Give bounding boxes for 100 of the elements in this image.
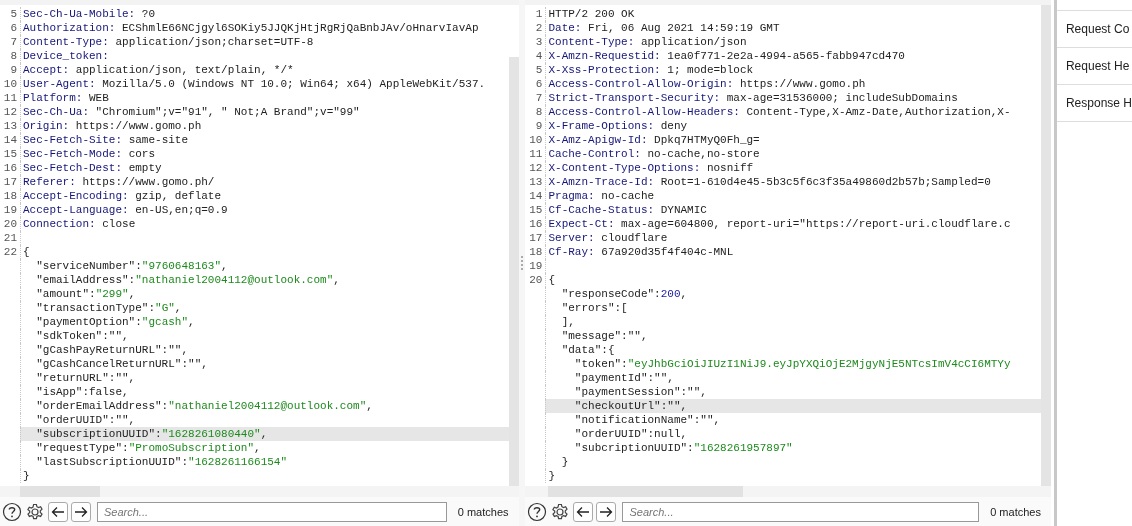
code-line: "transactionType":"G", [20, 301, 509, 315]
code-line: Content-Type: application/json;charset=UTF-8 [20, 35, 509, 49]
right-arrow-icon [599, 505, 614, 518]
line-number: 14 [528, 189, 544, 203]
code-line: } [545, 469, 1041, 483]
inspector-section[interactable]: Request He [1056, 48, 1132, 85]
code-line: "paymentOption":"gcash", [20, 315, 509, 329]
code-line: Expect-Ct: max-age=604800, report-uri="https://report-uri.cloudflare.c [545, 217, 1041, 231]
code-line: Authorization: ECShmlE66NCjgyl6SOKiy5JJQKjHtjRgRjQaBnbJAv/oHnarvIavAp [20, 21, 509, 35]
match-count: 0 matches [990, 505, 1042, 518]
back-button[interactable] [573, 501, 594, 522]
code-line: { [545, 273, 1041, 287]
code-line: Device_token: [20, 49, 509, 63]
forward-button[interactable] [596, 501, 617, 522]
match-count: 0 matches [457, 505, 510, 518]
scrollbar[interactable] [1040, 5, 1051, 486]
code-line: Sec-Fetch-Site: same-site [20, 133, 509, 147]
code-line: "errors":[ [545, 301, 1041, 315]
line-number: 16 [528, 217, 544, 231]
help-icon[interactable] [527, 501, 548, 522]
code-line: Cache-Control: no-cache,no-store [545, 147, 1041, 161]
line-number: 9 [9, 63, 18, 77]
line-number: 1 [534, 7, 544, 21]
line-number: 12 [2, 105, 18, 119]
code-line: Origin: https://www.gomo.ph [20, 119, 509, 133]
code-line: "serviceNumber":"9760648163", [20, 259, 509, 273]
code-line: "amount":"299", [20, 287, 509, 301]
line-number: 5 [534, 63, 544, 77]
code-line: "data":{ [545, 343, 1041, 357]
inspector-section[interactable]: Response H [1056, 85, 1132, 122]
code-line: "lastSubscriptionUUID":"1628261166154" [20, 455, 509, 469]
code-line: X-Amz-Apigw-Id: Dpkq7HTMyQ0Fh_g= [545, 133, 1041, 147]
code-line: "emailAddress":"nathaniel2004112@outlook.com", [20, 273, 509, 287]
code-line: Server: cloudflare [545, 231, 1041, 245]
line-number: 18 [528, 245, 544, 259]
code-line: } [20, 469, 509, 483]
search-field[interactable]: Search... [622, 501, 980, 522]
code-line: Sec-Ch-Ua: "Chromium";v="91", " Not;A Brand";v="99" [20, 105, 509, 119]
code-line: Strict-Transport-Security: max-age=31536000; includeSubDomains [545, 91, 1041, 105]
line-number: 15 [2, 147, 18, 161]
line-number: 11 [528, 147, 544, 161]
code-line: "subcriptionUUID":"1628261957897" [545, 441, 1041, 455]
code-line: "token":"eyJhbGciOiJIUzI1NiJ9.eyJpYXQiOjE2MjgyNjE5NTcsImV4cCI6MTYy [545, 357, 1041, 371]
line-number: 10 [528, 133, 544, 147]
code-line: } [545, 455, 1041, 469]
inspector-section[interactable]: Request Co [1056, 11, 1132, 48]
code-line: Sec-Fetch-Mode: cors [20, 147, 509, 161]
line-number: 8 [534, 105, 544, 119]
code-line: "requestType":"PromoSubscription", [20, 441, 509, 455]
line-number: 22 [2, 245, 18, 259]
scrollbar[interactable] [508, 57, 519, 486]
code-line: "gCashCancelReturnURL":"", [20, 357, 509, 371]
left-arrow-icon [576, 505, 591, 518]
code-line: "paymentId":"", [545, 371, 1041, 385]
line-number: 13 [528, 175, 544, 189]
back-button[interactable] [48, 501, 68, 522]
code-line: Sec-Fetch-Dest: empty [20, 161, 509, 175]
line-number: 12 [528, 161, 544, 175]
line-number: 11 [2, 91, 18, 105]
code-line: X-Amzn-Trace-Id: Root=1-610d4e45-5b3c5f6c3f35a49860d2b57b;Sampled=0 [545, 175, 1041, 189]
settings-icon[interactable] [25, 501, 45, 522]
code-line: X-Frame-Options: deny [545, 119, 1041, 133]
code-line: Accept-Language: en-US,en;q=0.9 [20, 203, 509, 217]
code-line: Pragma: no-cache [545, 189, 1041, 203]
line-number: 21 [2, 231, 18, 245]
code-line: Access-Control-Allow-Origin: https://www.gomo.ph [545, 77, 1041, 91]
code-line: Platform: WEB [20, 91, 509, 105]
forward-button[interactable] [71, 501, 91, 522]
line-number: 13 [2, 119, 18, 133]
left-arrow-icon [51, 505, 65, 518]
line-number: 20 [2, 217, 18, 231]
code-line: X-Xss-Protection: 1; mode=block [545, 63, 1041, 77]
line-number: 9 [534, 119, 544, 133]
code-line: Date: Fri, 06 Aug 2021 14:59:19 GMT [545, 21, 1041, 35]
search-field[interactable]: Search... [97, 501, 447, 522]
code-line: "isApp":false, [20, 385, 509, 399]
code-line: Accept: application/json, text/plain, */* [20, 63, 509, 77]
scrollbar[interactable] [20, 486, 100, 497]
code-line: Access-Control-Allow-Headers: Content-Type,X-Amz-Date,Authorization,X- [545, 105, 1041, 119]
code-line: HTTP/2 200 OK [545, 7, 1041, 21]
code-line: ], [545, 315, 1041, 329]
line-number: 6 [9, 21, 18, 35]
line-number: 16 [2, 161, 18, 175]
line-number: 15 [528, 203, 544, 217]
line-number: 19 [528, 259, 544, 273]
code-line: Cf-Ray: 67a920d35f4f404c-MNL [545, 245, 1041, 259]
line-number: 14 [2, 133, 18, 147]
settings-icon[interactable] [550, 501, 571, 522]
code-line: Cf-Cache-Status: DYNAMIC [545, 203, 1041, 217]
code-line: X-Amzn-Requestid: 1ea0f771-2e2a-4994-a565-fabb947cd470 [545, 49, 1041, 63]
line-number: 10 [2, 77, 18, 91]
line-number: 4 [534, 49, 544, 63]
line-number: 17 [528, 231, 544, 245]
code-line: X-Content-Type-Options: nosniff [545, 161, 1041, 175]
code-line: Accept-Encoding: gzip, deflate [20, 189, 509, 203]
code-line: "sdkToken":"", [20, 329, 509, 343]
help-icon[interactable] [2, 501, 22, 522]
code-line: Referer: https://www.gomo.ph/ [20, 175, 509, 189]
line-number: 17 [2, 175, 18, 189]
scrollbar[interactable] [548, 486, 744, 497]
